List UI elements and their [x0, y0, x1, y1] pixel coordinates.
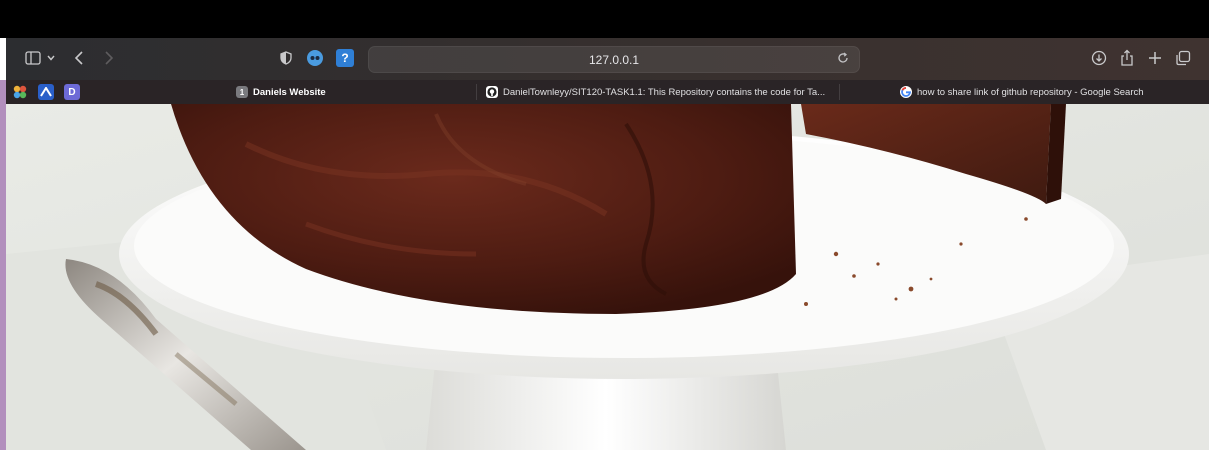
page-content: [6, 104, 1209, 450]
github-icon: [486, 86, 498, 98]
tab-daniels-website[interactable]: 1 Daniels Website: [236, 80, 466, 104]
help-icon[interactable]: ?: [336, 49, 354, 67]
share-icon[interactable]: [1118, 48, 1136, 68]
app-favicon-3-label: D: [68, 86, 76, 98]
tab-bar: D 1 Daniels Website DanielTownleyy/SIT12…: [6, 80, 1209, 104]
github-copilot-icon[interactable]: [306, 49, 324, 67]
plus-icon[interactable]: [1146, 49, 1164, 67]
tab-separator: [839, 84, 840, 100]
tab-number-icon: 1: [236, 86, 248, 98]
reload-icon[interactable]: [837, 51, 849, 67]
chevron-down-icon[interactable]: [46, 51, 56, 65]
download-icon[interactable]: [1090, 49, 1108, 67]
browser-toolbar: ? 127.0.0.1: [6, 38, 1209, 80]
forward-arrow-icon[interactable]: [102, 49, 116, 67]
tab-title: how to share link of github repository -…: [917, 86, 1144, 98]
screen-top-bar: [0, 0, 1209, 38]
tab-separator: [476, 84, 477, 100]
address-bar[interactable]: 127.0.0.1: [368, 46, 860, 73]
tab-google-search[interactable]: how to share link of github repository -…: [900, 80, 1200, 104]
tab-title: Daniels Website: [253, 86, 326, 98]
tab-github-repo[interactable]: DanielTownleyy/SIT120-TASK1.1: This Repo…: [486, 80, 831, 104]
address-text: 127.0.0.1: [588, 52, 640, 67]
app-favicon-2[interactable]: [38, 84, 54, 100]
tab-title: DanielTownleyy/SIT120-TASK1.1: This Repo…: [503, 86, 826, 98]
back-arrow-icon[interactable]: [72, 49, 86, 67]
app-favicon-3[interactable]: D: [64, 84, 80, 100]
app-favicon-1[interactable]: [12, 84, 28, 100]
sidebar-icon[interactable]: [24, 50, 42, 66]
chocolate-cake-image: [6, 104, 1209, 450]
shield-icon[interactable]: [278, 50, 294, 66]
google-icon: [900, 86, 912, 98]
tabs-overview-icon[interactable]: [1174, 49, 1192, 67]
